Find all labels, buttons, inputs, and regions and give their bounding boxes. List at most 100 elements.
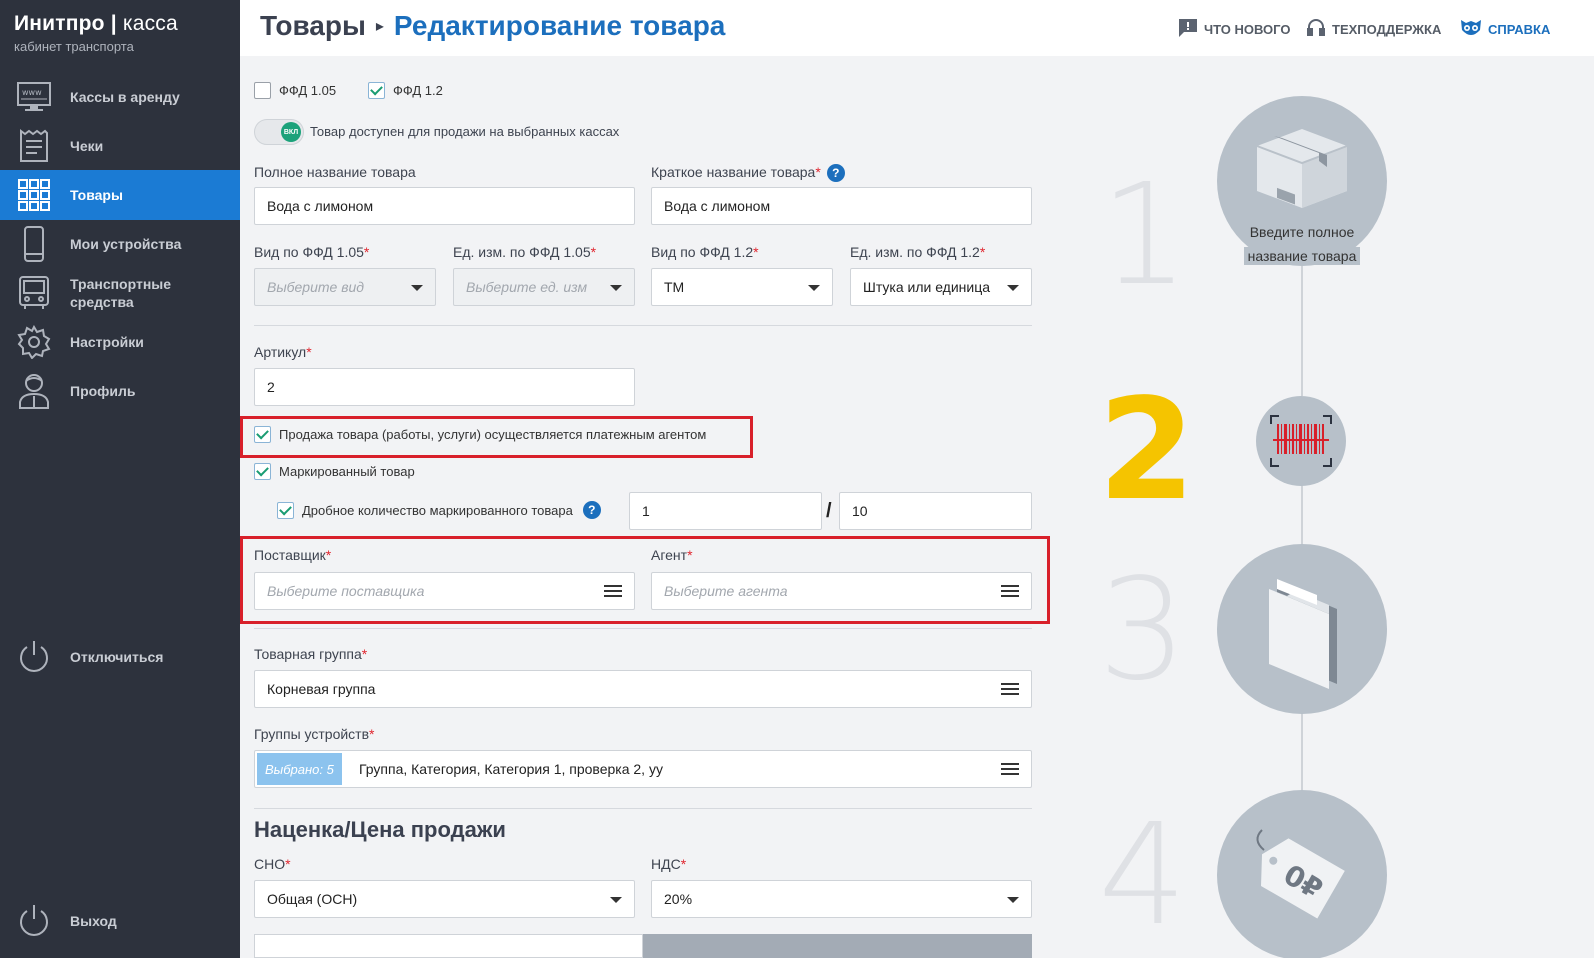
owl-icon xyxy=(1460,18,1482,41)
kind12-select[interactable]: ТМ xyxy=(651,268,833,306)
step-connector xyxy=(1301,481,1303,551)
sidebar-item-vehicles[interactable]: Транспортные средства xyxy=(0,268,240,318)
sidebar-item-devices[interactable]: Мои устройства xyxy=(0,219,240,269)
list-icon[interactable] xyxy=(1001,683,1019,697)
checkbox-label: ФФД 1.05 xyxy=(279,83,337,98)
sidebar-item-label: Транспортные средства xyxy=(70,276,172,310)
divider xyxy=(254,325,1032,326)
brand-name: Инитпро xyxy=(14,12,105,35)
supplier-select[interactable]: Выберите поставщика xyxy=(254,572,635,610)
supplier-label: Поставщик xyxy=(254,547,326,563)
chevron-down-icon xyxy=(808,285,820,291)
logout-button[interactable]: Выход xyxy=(0,896,240,946)
select-value: Группа, Категория, Категория 1, проверка… xyxy=(359,761,663,777)
supplier-label-wrap: Поставщик* xyxy=(254,547,332,563)
full-name-input[interactable]: Вода с лимоном xyxy=(254,187,635,225)
brand-subtitle: кабинет транспорта xyxy=(14,39,134,54)
chevron-down-icon xyxy=(1007,897,1019,903)
sidebar-item-label: Настройки xyxy=(70,334,144,350)
disconnect-button[interactable]: Отключиться xyxy=(0,632,240,682)
group-label-wrap: Товарная группа* xyxy=(254,646,368,662)
select-placeholder: Выберите агента xyxy=(664,583,788,599)
vat-label-wrap: НДС* xyxy=(651,856,687,872)
product-edit-form: ФФД 1.05 ФФД 1.2 ВКЛ Товар доступен для … xyxy=(240,56,1060,958)
selected-count-badge: Выбрано: 5 xyxy=(257,753,342,785)
fraction-denominator-input[interactable]: 10 xyxy=(839,492,1032,530)
sku-label-wrap: Артикул* xyxy=(254,344,312,360)
step1-caption-line: Введите полное xyxy=(1249,224,1355,240)
help-label: СПРАВКА xyxy=(1488,22,1551,37)
select-value: 20% xyxy=(664,891,693,907)
ffd12-checkbox[interactable]: ФФД 1.2 xyxy=(368,82,443,99)
chevron-down-icon xyxy=(1007,285,1019,291)
device-groups-select[interactable]: Выбрано: 5 Группа, Категория, Категория … xyxy=(254,750,1032,788)
unit105-select[interactable]: Выберите ед. изм xyxy=(453,268,635,306)
sidebar-item-label: Профиль xyxy=(70,383,136,399)
grid-icon xyxy=(16,177,52,213)
divider xyxy=(254,628,1032,629)
select-placeholder: Выберите ед. изм xyxy=(466,279,588,295)
gear-icon xyxy=(16,324,52,360)
sidebar-item-label: Мои устройства xyxy=(70,236,182,252)
checkbox-box[interactable] xyxy=(254,426,271,443)
fractional-checkbox[interactable]: Дробное количество маркированного товара… xyxy=(277,501,601,519)
sidebar-item-settings[interactable]: Настройки xyxy=(0,317,240,367)
brand-name-suffix: касса xyxy=(122,12,178,35)
sno-select[interactable]: Общая (ОСН) xyxy=(254,880,635,918)
checkbox-label: Дробное количество маркированного товара xyxy=(302,502,573,518)
price-mode-tab[interactable] xyxy=(643,934,1032,958)
sidebar-item-profile[interactable]: Профиль xyxy=(0,366,240,416)
sidebar-item-products[interactable]: Товары xyxy=(0,170,240,220)
ffd105-checkbox[interactable]: ФФД 1.05 xyxy=(254,82,336,99)
sidebar-item-rent-cashboxes[interactable]: www Кассы в аренду xyxy=(0,72,240,122)
sku-label: Артикул xyxy=(254,344,307,360)
devgroups-label: Группы устройств xyxy=(254,726,370,742)
list-icon[interactable] xyxy=(604,585,622,599)
unit12-select[interactable]: Штука или единица xyxy=(850,268,1032,306)
power-icon xyxy=(16,639,52,675)
agent-select[interactable]: Выберите агента xyxy=(651,572,1032,610)
kind105-select[interactable]: Выберите вид xyxy=(254,268,436,306)
vat-select[interactable]: 20% xyxy=(651,880,1032,918)
toggle-label: Товар доступен для продажи на выбранных … xyxy=(310,124,620,139)
support-link[interactable]: ТЕХПОДДЕРЖКА xyxy=(1306,18,1441,41)
checkbox-box[interactable] xyxy=(254,82,271,99)
product-group-select[interactable]: Корневая группа xyxy=(254,670,1032,708)
list-icon[interactable] xyxy=(1001,763,1019,777)
vat-label: НДС xyxy=(651,856,681,872)
checkbox-label: ФФД 1.2 xyxy=(393,83,443,98)
checkbox-box[interactable] xyxy=(277,501,294,519)
chevron-down-icon xyxy=(610,897,622,903)
unit105-label-wrap: Ед. изм. по ФФД 1.05* xyxy=(453,244,597,260)
sno-label: СНО xyxy=(254,856,286,872)
short-name-input[interactable]: Вода с лимоном xyxy=(651,187,1032,225)
step-connector xyxy=(1301,266,1303,396)
chevron-down-icon xyxy=(411,285,423,291)
sku-input[interactable]: 2 xyxy=(254,368,635,406)
bus-icon xyxy=(16,275,52,311)
sidebar-item-receipts[interactable]: Чеки xyxy=(0,121,240,171)
agent-sale-checkbox[interactable]: Продажа товара (работы, услуги) осуществ… xyxy=(254,426,706,443)
help-icon[interactable]: ? xyxy=(826,164,845,183)
marked-checkbox[interactable]: Маркированный товар xyxy=(254,463,415,480)
brand-logo[interactable]: Инитпро | касса кабинет транспорта xyxy=(14,12,178,54)
page-title: Редактирование товара xyxy=(393,10,726,41)
availability-toggle[interactable]: ВКЛ xyxy=(254,119,304,145)
short-name-label-wrap: Краткое название товара*? xyxy=(651,164,845,183)
step-number: 3 xyxy=(1098,549,1188,712)
list-icon[interactable] xyxy=(1001,585,1019,599)
checkbox-box[interactable] xyxy=(254,463,271,480)
breadcrumb-root[interactable]: Товары xyxy=(260,10,366,42)
help-link[interactable]: СПРАВКА xyxy=(1460,18,1550,41)
chevron-down-icon xyxy=(610,285,622,291)
sidebar-item-label: Чеки xyxy=(70,138,104,154)
divider xyxy=(254,808,1032,809)
help-icon[interactable]: ? xyxy=(582,501,601,519)
unit105-label: Ед. изм. по ФФД 1.05 xyxy=(453,244,591,260)
sidebar: Инитпро | касса кабинет транспорта www К… xyxy=(0,0,240,958)
whats-new-link[interactable]: ЧТО НОВОГО xyxy=(1178,18,1290,41)
price-mode-tab[interactable] xyxy=(254,934,643,958)
checkbox-box[interactable] xyxy=(368,82,385,99)
fraction-numerator-input[interactable]: 1 xyxy=(629,492,822,530)
select-placeholder: Выберите поставщика xyxy=(267,583,425,599)
